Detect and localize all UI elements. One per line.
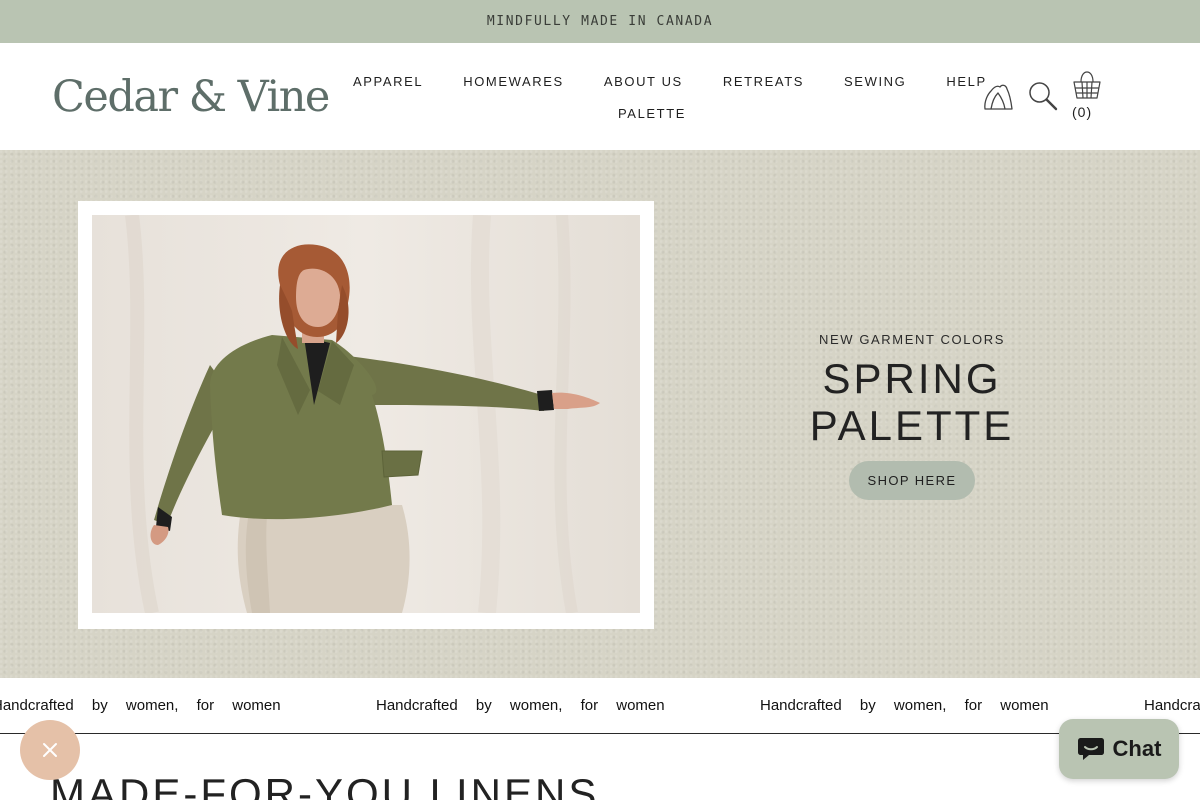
nav-item-apparel[interactable]: APPAREL	[353, 74, 423, 89]
ticker-item: Handcrafted by women, for women	[376, 697, 665, 714]
hero-title: SPRING PALETTE	[762, 355, 1062, 449]
search-icon[interactable]	[1028, 81, 1058, 111]
announcement-bar: MINDFULLY MADE IN CANADA	[0, 0, 1200, 43]
nav-item-about-us[interactable]: ABOUT US	[604, 74, 683, 89]
marquee-ticker: Handcrafted by women, for women Handcraf…	[0, 678, 1200, 734]
cart-basket-icon[interactable]	[1072, 71, 1102, 99]
nav-item-homewares[interactable]: HOMEWARES	[463, 74, 564, 89]
shop-here-button[interactable]: SHOP HERE	[849, 461, 975, 500]
close-popup-button[interactable]	[20, 720, 80, 780]
hero-promo: NEW GARMENT COLORS SPRING PALETTE SHOP H…	[762, 332, 1062, 500]
ticker-item: Handcrafted by women, for women	[0, 697, 281, 714]
profile-icon[interactable]	[982, 81, 1014, 111]
brand-logo[interactable]: Cedar & Vine	[52, 71, 330, 123]
hero-photo-frame	[78, 201, 654, 629]
hero-kicker: NEW GARMENT COLORS	[818, 332, 1006, 347]
header-icons: (0)	[982, 69, 1122, 129]
nav-item-sewing[interactable]: SEWING	[844, 74, 906, 89]
cart-count[interactable]: (0)	[1072, 104, 1092, 120]
hero-banner: NEW GARMENT COLORS SPRING PALETTE SHOP H…	[0, 150, 1200, 678]
hero-title-line-2: PALETTE	[809, 402, 1015, 449]
close-icon	[43, 743, 57, 757]
ticker-item: Handcrafted by women, for women	[760, 697, 1049, 714]
site-header: Cedar & Vine APPAREL HOMEWARES ABOUT US …	[0, 43, 1200, 150]
main-nav: APPAREL HOMEWARES ABOUT US RETREATS SEWI…	[353, 74, 987, 89]
ticker-item: Handcrafted by women, for women	[1144, 697, 1200, 714]
main-nav-second-row: PALETTE	[618, 106, 686, 121]
chat-bubble-icon	[1077, 738, 1104, 760]
section-title: MADE-FOR-YOU LINENS	[50, 770, 600, 800]
hero-title-line-1: SPRING	[822, 355, 1002, 402]
nav-item-palette[interactable]: PALETTE	[618, 106, 686, 121]
chat-label: Chat	[1112, 736, 1162, 761]
hero-photo[interactable]	[92, 215, 640, 613]
nav-item-help[interactable]: HELP	[946, 74, 986, 89]
chat-button[interactable]: Chat	[1059, 719, 1179, 779]
nav-item-retreats[interactable]: RETREATS	[723, 74, 804, 89]
announcement-text: MINDFULLY MADE IN CANADA	[486, 14, 714, 29]
